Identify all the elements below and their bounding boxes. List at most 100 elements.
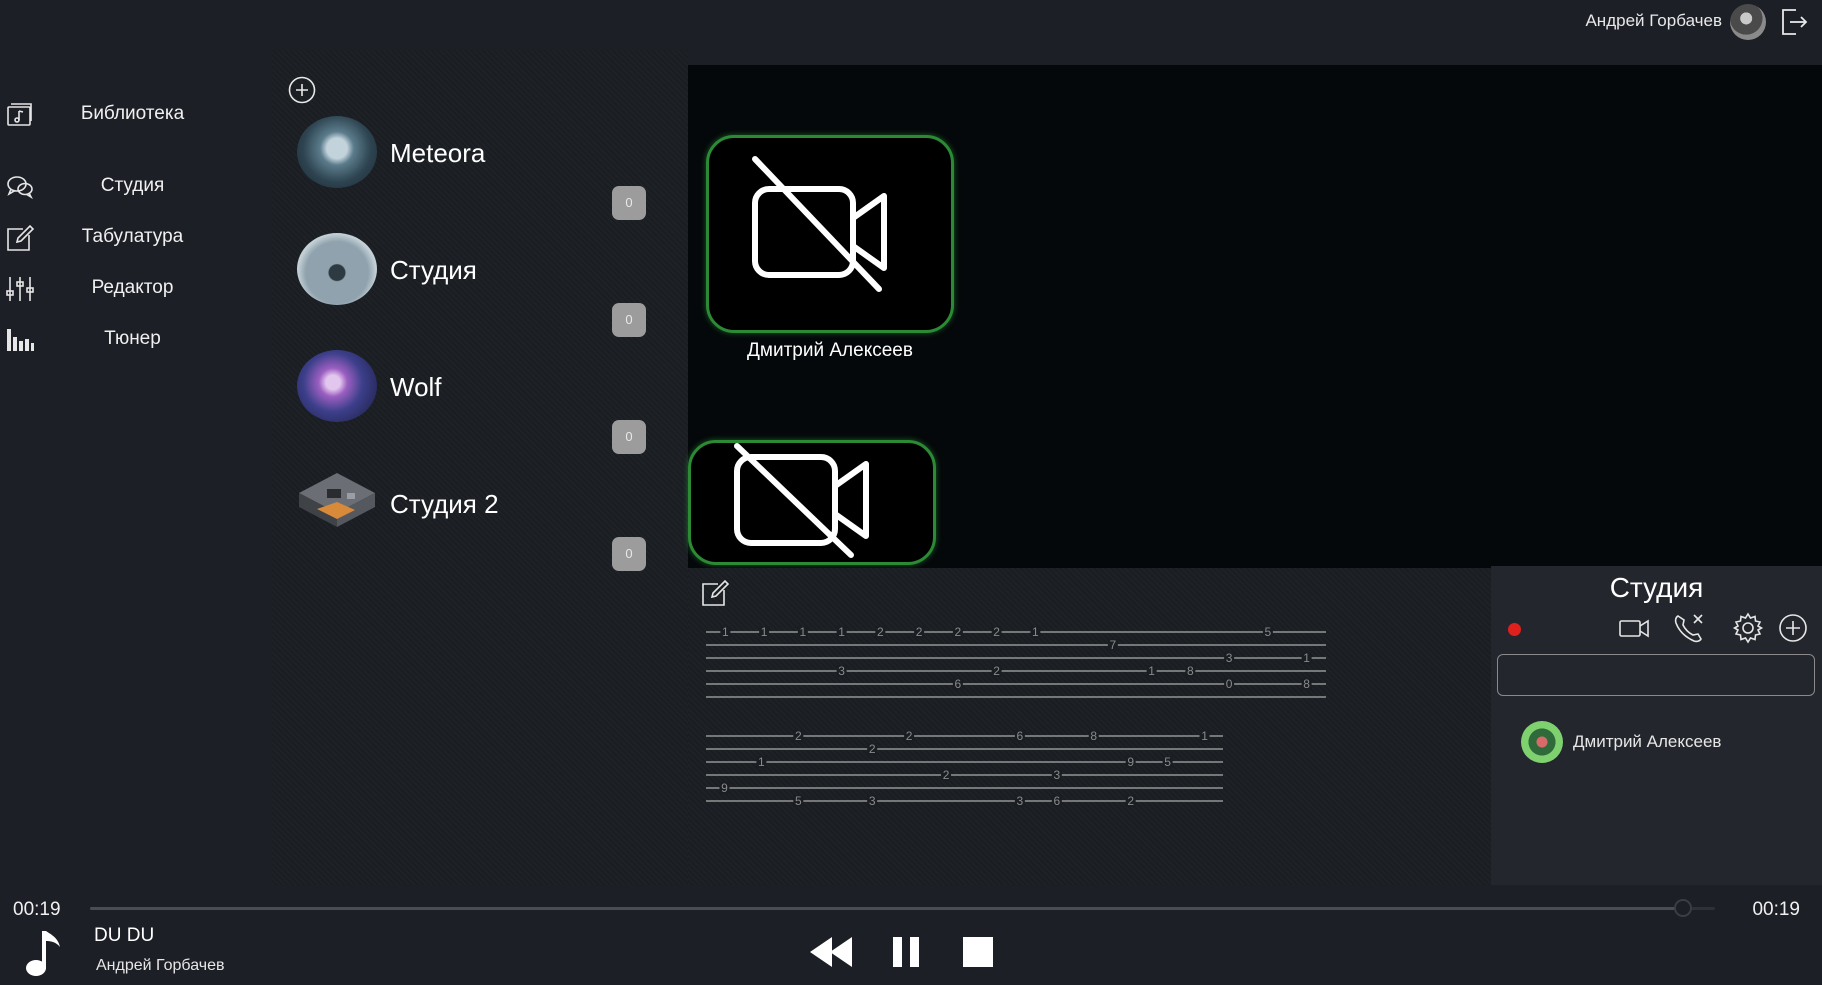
progress-bar[interactable]	[90, 899, 1715, 917]
room-count-badge: 0	[612, 303, 646, 337]
logout-icon	[1782, 9, 1808, 35]
add-room-button[interactable]	[287, 75, 317, 105]
video-conference-area: Дмитрий Алексеев	[688, 65, 1822, 568]
logout-button[interactable]	[1778, 6, 1810, 38]
tab-note[interactable]: 1	[1032, 625, 1039, 639]
tab-note[interactable]: 5	[1265, 625, 1272, 639]
sidebar-item-label: Табулатура	[81, 226, 184, 247]
room-name: Студия 2	[390, 489, 499, 519]
sidebar-item-label: Редактор	[91, 277, 174, 298]
tab-note[interactable]: 0	[1226, 677, 1233, 691]
tab-note[interactable]: 1	[761, 625, 768, 639]
tab-note[interactable]: 1	[1148, 664, 1155, 678]
tab-note[interactable]: 1	[1201, 729, 1208, 743]
room-name: Wolf	[390, 372, 442, 402]
room-item[interactable]: Студия 2 0	[272, 467, 688, 577]
tablature-staff: 1 1 1 1 2 2 2 2 1 5 7 3 1 3 2 1 8 6 0 8 2 2 6 8 1 2 1 9 5 2 3 9 5 3 3 6 2	[706, 625, 1326, 808]
sidebar-item-tablature[interactable]: Табулатура	[0, 217, 272, 257]
tab-note[interactable]: 2	[993, 664, 1000, 678]
add-member-button[interactable]	[1776, 611, 1810, 645]
tab-note[interactable]: 2	[916, 625, 923, 639]
room-cover-image	[297, 116, 377, 188]
edit-icon	[702, 579, 730, 606]
sidebar-item-editor[interactable]: Редактор	[0, 268, 272, 308]
room-cover-image	[297, 467, 377, 539]
tab-note[interactable]: 7	[1110, 638, 1117, 652]
tab-note[interactable]: 1	[1303, 651, 1310, 665]
tab-note[interactable]: 8	[1187, 664, 1194, 678]
end-call-button[interactable]	[1672, 611, 1706, 645]
participant-video-tile[interactable]	[706, 135, 954, 333]
tab-note[interactable]: 1	[800, 625, 807, 639]
tab-note[interactable]: 3	[1226, 651, 1233, 665]
tab-note[interactable]: 2	[877, 625, 884, 639]
track-title: DU DU	[94, 925, 155, 946]
sidebar-item-label: Библиотека	[80, 103, 185, 124]
chat-bubbles-icon	[5, 172, 35, 202]
tab-note[interactable]: 8	[1090, 729, 1097, 743]
tab-note[interactable]: 2	[993, 625, 1000, 639]
room-name: Meteora	[390, 138, 486, 168]
camera-off-icon	[734, 443, 869, 558]
room-count-badge: 0	[612, 186, 646, 220]
tab-note[interactable]: 9	[721, 781, 728, 795]
track-artist: Андрей Горбачев	[96, 957, 225, 974]
sidebar-item-library[interactable]: Библиотека	[0, 94, 272, 134]
top-bar: Андрей Горбачев	[0, 0, 1822, 50]
tab-note[interactable]: 3	[1053, 768, 1060, 782]
stop-button[interactable]	[960, 930, 996, 974]
tab-note[interactable]: 2	[943, 768, 950, 782]
tab-note[interactable]: 2	[955, 625, 962, 639]
tab-note[interactable]: 1	[722, 625, 729, 639]
tab-note[interactable]: 2	[795, 729, 802, 743]
tab-note[interactable]: 6	[955, 677, 962, 691]
sidebar-item-studio[interactable]: Студия	[0, 166, 272, 206]
member-avatar[interactable]	[1521, 721, 1563, 763]
tab-note[interactable]: 3	[1017, 794, 1024, 808]
sidebar-item-label: Студия	[100, 175, 165, 196]
tab-note[interactable]: 2	[869, 742, 876, 756]
member-name[interactable]: Дмитрий Алексеев	[1573, 732, 1721, 752]
room-item[interactable]: Студия 0	[272, 233, 688, 343]
tab-note[interactable]: 1	[758, 755, 765, 769]
tab-note[interactable]: 8	[1303, 677, 1310, 691]
music-note-icon	[22, 927, 66, 979]
progress-fill	[90, 907, 1683, 910]
room-item[interactable]: Meteora 0	[272, 116, 688, 226]
pause-icon	[893, 937, 919, 967]
edit-tablature-button[interactable]	[700, 578, 730, 608]
room-item[interactable]: Wolf 0	[272, 350, 688, 460]
chat-panel: Студия Дмитрий Алексеев	[1491, 566, 1822, 885]
room-name: Студия	[390, 255, 477, 285]
room-cover-image	[297, 233, 377, 305]
pause-button[interactable]	[890, 930, 922, 974]
tab-note[interactable]: 3	[838, 664, 845, 678]
rooms-panel: Meteora 0 Студия 0 Wolf 0 Студия 2 0	[272, 50, 688, 885]
room-count-badge: 0	[612, 420, 646, 454]
player-bar: 00:19 00:19 DU DU Андрей Горбачев	[0, 885, 1822, 985]
progress-thumb[interactable]	[1673, 899, 1692, 917]
recording-indicator	[1508, 623, 1521, 636]
rewind-button[interactable]	[808, 930, 856, 974]
participant-video-tile[interactable]	[688, 440, 936, 565]
plus-circle-icon	[288, 76, 316, 104]
participant-name: Дмитрий Алексеев	[747, 340, 913, 361]
room-settings-button[interactable]	[1731, 611, 1765, 645]
tab-note[interactable]: 5	[1164, 755, 1171, 769]
tab-note[interactable]: 9	[1127, 755, 1134, 769]
sidebar-item-tuner[interactable]: Тюнер	[0, 319, 272, 359]
tab-note[interactable]: 2	[1127, 794, 1134, 808]
sidebar: Библиотека Студия Табулатура Редактор Тю…	[0, 50, 272, 885]
user-avatar[interactable]	[1730, 4, 1766, 40]
tab-note[interactable]: 6	[1017, 729, 1024, 743]
tab-note[interactable]: 6	[1053, 794, 1060, 808]
tab-note[interactable]: 1	[838, 625, 845, 639]
library-icon	[5, 100, 35, 130]
chat-message-input[interactable]	[1497, 654, 1815, 696]
tablature-area: 1 1 1 1 2 2 2 2 1 5 7 3 1 3 2 1 8 6 0 8 2 2 6 8 1 2 1 9 5 2 3 9 5 3 3 6 2	[688, 568, 1491, 885]
tab-note[interactable]: 5	[795, 794, 802, 808]
tab-note[interactable]: 2	[906, 729, 913, 743]
tab-note[interactable]: 3	[869, 794, 876, 808]
chat-title: Студия	[1609, 572, 1704, 603]
video-call-button[interactable]	[1617, 611, 1651, 645]
